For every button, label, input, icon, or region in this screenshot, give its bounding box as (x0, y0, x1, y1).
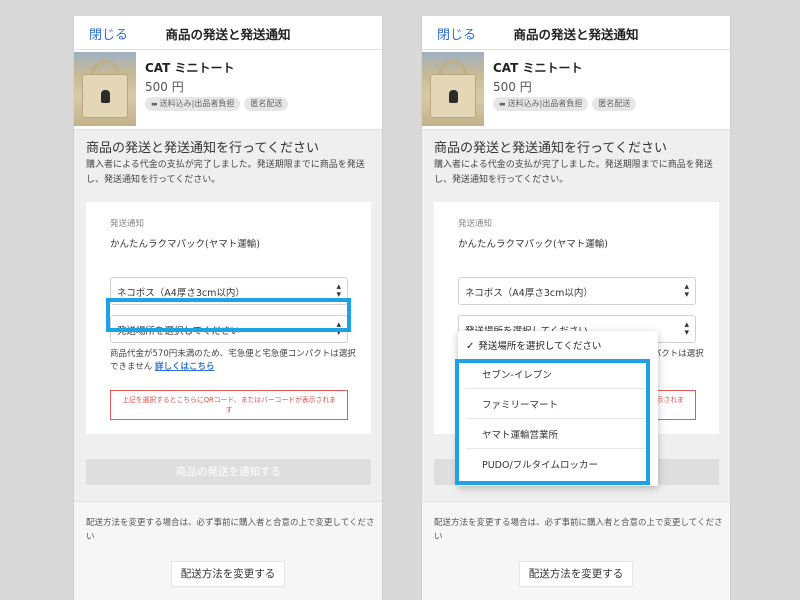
top-bar: 閉じる 商品の発送と発送通知 (422, 16, 730, 50)
truck-icon: ▬ (499, 100, 506, 108)
footer-note: 配送方法を変更する場合は、必ず事前に購入者と合意の上で変更してください (86, 518, 375, 542)
checkmark-icon: ✓ (466, 341, 475, 352)
main-description: 購入者による代金の支払が完了しました。発送期限までに商品を発送し、発送通知を行っ… (86, 160, 365, 185)
product-thumbnail (422, 52, 484, 126)
shipping-fee-chip: ▬ 送料込み|出品者負担 (145, 97, 241, 111)
page-title: 商品の発送と発送通知 (165, 27, 291, 42)
truck-icon: ▬ (151, 100, 158, 108)
shipping-screen-left: 閉じる 商品の発送と発送通知 CAT ミニトート 500 円 ▬ 送料込み|出品者… (73, 16, 383, 600)
product-price: 500 円 (145, 80, 184, 94)
up-down-chevron-icon: ▴ ▾ (684, 320, 689, 338)
product-thumbnail (74, 52, 136, 126)
main-heading: 商品の発送と発送通知を行ってください (86, 141, 319, 156)
dropdown-selected-option[interactable]: ✓ 発送場所を選択してください (466, 338, 601, 352)
size-select[interactable]: ネコポス（A4厚さ3cm以内） ▴ ▾ (110, 277, 348, 305)
product-name: CAT ミニトート (493, 61, 583, 75)
section-label: 発送通知 (110, 219, 145, 229)
change-method-button[interactable]: 配送方法を変更する (171, 561, 285, 587)
anonymous-shipping-chip: 匿名配送 (244, 97, 289, 111)
shipping-method: かんたんラクマパック(ヤマト運輸) (458, 239, 608, 250)
shipping-fee-chip: ▬ 送料込み|出品者負担 (493, 97, 589, 111)
up-down-chevron-icon: ▴ ▾ (336, 282, 341, 300)
size-restriction-note: 商品代金が570円未満のため、宅急便と宅急便コンパクトは選択できません 詳しくは… (110, 349, 356, 372)
up-down-chevron-icon: ▴ ▾ (684, 282, 689, 300)
up-down-chevron-icon: ▴ ▾ (336, 320, 341, 338)
location-select[interactable]: 発送場所を選択してください ▴▾ (110, 315, 348, 343)
shipping-notice-card: 発送通知 かんたんラクマパック(ヤマト運輸) ネコポス（A4厚さ3cm以内） ▴… (86, 202, 371, 434)
location-dropdown-menu: ✓ 発送場所を選択してください セブン-イレブン ファミリーマート ヤマト運輸営業… (458, 331, 658, 486)
details-link[interactable]: 詳しくはこちら (155, 362, 215, 372)
footer: 配送方法を変更する場合は、必ず事前に購入者と合意の上で変更してください 配送方法… (74, 501, 382, 600)
footer-note: 配送方法を変更する場合は、必ず事前に購入者と合意の上で変更してください (434, 518, 723, 542)
section-label: 発送通知 (458, 219, 493, 229)
product-summary: CAT ミニトート 500 円 ▬ 送料込み|出品者負担 匿名配送 (74, 50, 382, 130)
dropdown-option-family-mart[interactable]: ファミリーマート (466, 393, 646, 419)
shipping-method: かんたんラクマパック(ヤマト運輸) (110, 239, 260, 250)
product-summary: CAT ミニトート 500 円 ▬ 送料込み|出品者負担 匿名配送 (422, 50, 730, 130)
main-description: 購入者による代金の支払が完了しました。発送期限までに商品を発送し、発送通知を行っ… (434, 160, 713, 185)
top-bar: 閉じる 商品の発送と発送通知 (74, 16, 382, 50)
notify-shipment-button[interactable]: 商品の発送を通知する (86, 459, 371, 485)
footer: 配送方法を変更する場合は、必ず事前に購入者と合意の上で変更してください 配送方法… (422, 501, 730, 600)
change-method-button[interactable]: 配送方法を変更する (519, 561, 633, 587)
product-name: CAT ミニトート (145, 61, 235, 75)
dropdown-option-seven-eleven[interactable]: セブン-イレブン (466, 363, 646, 389)
anonymous-shipping-chip: 匿名配送 (592, 97, 637, 111)
dropdown-option-yamato-office[interactable]: ヤマト運輸営業所 (466, 423, 646, 449)
dropdown-option-pudo-locker[interactable]: PUDO/フルタイムロッカー (466, 453, 646, 479)
page-title: 商品の発送と発送通知 (513, 27, 639, 42)
main-heading: 商品の発送と発送通知を行ってください (434, 141, 667, 156)
shipping-screen-right: 閉じる 商品の発送と発送通知 CAT ミニトート 500 円 ▬ 送料込み|出品者… (421, 16, 731, 600)
qr-code-notice: 上記を選択するとこちらにQRコード、またはバーコードが表示されます (110, 390, 348, 420)
size-select[interactable]: ネコポス（A4厚さ3cm以内） ▴ ▾ (458, 277, 696, 305)
product-price: 500 円 (493, 80, 532, 94)
